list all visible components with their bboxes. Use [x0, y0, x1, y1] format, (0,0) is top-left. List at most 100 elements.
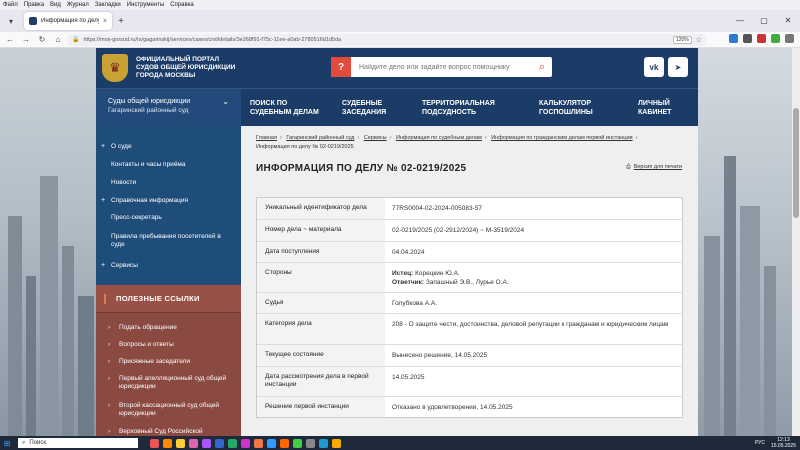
maximize-icon[interactable]: ▢ — [752, 10, 776, 32]
downloads-icon[interactable] — [743, 34, 752, 43]
app-icon[interactable] — [176, 438, 185, 448]
extension-2-icon[interactable] — [771, 34, 780, 43]
menu-history[interactable]: Журнал — [67, 2, 89, 8]
useful-link-appeal[interactable]: › Подать обращение — [96, 324, 241, 332]
sidebar-item-about[interactable]: + О суде — [96, 143, 241, 151]
lock-icon[interactable]: 🔒 — [72, 36, 79, 43]
menu-help[interactable]: Справка — [170, 2, 194, 8]
reload-icon[interactable]: ↻ — [36, 35, 48, 44]
menu-hamburger-icon[interactable] — [785, 34, 794, 43]
main-navigation: Суды общей юрисдикции Гагаринский районн… — [96, 88, 698, 127]
sidebar-item-visitor-rules[interactable]: Правила пребывания посетителей в суде — [96, 233, 228, 249]
site-header: ♛ Официальный портал судов общей юрисдик… — [96, 48, 698, 88]
toolbar-extensions — [729, 34, 794, 43]
useful-link-cassation-court[interactable]: › Второй кассационный суд общей юрисдикци… — [96, 402, 241, 418]
app-icon[interactable] — [189, 438, 198, 448]
table-row: Решение первой инстанции Отказано в удов… — [257, 396, 682, 417]
home-icon[interactable]: ⌂ — [52, 35, 64, 44]
app-icon[interactable] — [332, 438, 341, 448]
extension-icon[interactable] — [757, 34, 766, 43]
app-icon[interactable] — [215, 438, 224, 448]
page-scrollbar[interactable] — [792, 48, 800, 436]
help-assistant-icon[interactable]: ? — [331, 57, 351, 77]
app-icon[interactable] — [202, 438, 211, 448]
os-taskbar: ⊞ ⌕ Поиск РУС 12:13 15.05.2025 — [0, 436, 800, 450]
search-icon: ⌕ — [22, 439, 26, 446]
nav-item-case-search[interactable]: Поиск по судебным делам — [250, 99, 319, 117]
app-icon[interactable] — [254, 438, 263, 448]
breadcrumb-home[interactable]: Главная — [256, 135, 277, 141]
search-input[interactable] — [351, 63, 532, 71]
breadcrumb-case-info[interactable]: Информация по судебным делам — [396, 135, 482, 141]
browser-tab-active[interactable]: Информация по делу № 02-0 × — [24, 12, 112, 30]
search-icon[interactable]: ⌕ — [532, 61, 552, 74]
useful-link-faq[interactable]: › Вопросы и ответы — [96, 341, 241, 349]
app-icon[interactable] — [267, 438, 276, 448]
close-window-icon[interactable]: ✕ — [776, 10, 800, 32]
back-icon[interactable]: ← — [4, 35, 16, 44]
breadcrumb-court[interactable]: Гагаринский районный суд — [286, 135, 354, 141]
app-icon[interactable] — [228, 438, 237, 448]
menu-edit[interactable]: Правка — [24, 2, 44, 8]
language-indicator[interactable]: РУС — [755, 440, 765, 446]
useful-link-appeal-court[interactable]: › Первый апелляционный суд общей юрисдикц… — [96, 375, 241, 391]
menu-file[interactable]: Файл — [3, 2, 18, 8]
sidebar-item-news[interactable]: Новости — [96, 179, 241, 187]
windows-start-icon[interactable]: ⊞ — [0, 439, 14, 448]
useful-links-title: Полезные ссылки — [96, 285, 241, 313]
table-row: Стороны Истец: Корецкин Ю.А. Ответчик: З… — [257, 262, 682, 292]
nav-item-personal-account[interactable]: Личный кабинет — [638, 99, 671, 117]
portal-name[interactable]: Официальный портал судов общей юрисдикци… — [136, 56, 235, 80]
breadcrumb: Главная › Гагаринский районный суд › Серви… — [256, 135, 638, 150]
sidebar-item-services[interactable]: + Сервисы — [96, 262, 241, 270]
menu-view[interactable]: Вид — [50, 2, 61, 8]
print-version-link[interactable]: ⎙ Версия для печати — [626, 164, 682, 171]
vk-icon[interactable]: vk — [644, 57, 664, 77]
sidebar-item-reference[interactable]: + Справочная информация — [96, 197, 241, 205]
useful-links: Полезные ссылки › Подать обращение › Вопро… — [96, 285, 241, 443]
taskbar-search[interactable]: ⌕ Поиск — [18, 438, 138, 448]
address-bar[interactable]: 🔒 https://mos-gorsud.ru/rs/gagarinskij/s… — [68, 33, 706, 46]
breadcrumb-services[interactable]: Сервисы — [364, 135, 387, 141]
nav-item-jurisdiction[interactable]: Территориальная подсудность — [422, 99, 495, 117]
app-icon[interactable] — [163, 438, 172, 448]
sidebar-item-contacts[interactable]: Контакты и часы приёма — [96, 161, 241, 169]
new-tab-icon[interactable]: + — [112, 16, 130, 27]
scrollbar-thumb[interactable] — [793, 108, 799, 218]
tab-list-icon[interactable]: ▾ — [0, 10, 22, 32]
sidebar-item-press[interactable]: Пресс-секретарь — [96, 214, 241, 222]
breadcrumb-civil-cases[interactable]: Информация по гражданским делам первой и… — [491, 135, 632, 141]
row-value-parties: Истец: Корецкин Ю.А. Ответчик: Запашный … — [392, 270, 509, 286]
court-selector[interactable]: Суды общей юрисдикции Гагаринский районн… — [96, 89, 241, 127]
app-icon[interactable] — [280, 438, 289, 448]
chevron-down-icon: ⌄ — [222, 97, 229, 106]
forward-icon[interactable]: → — [20, 35, 32, 44]
window-controls: — ▢ ✕ — [728, 10, 800, 32]
bookmark-star-icon[interactable]: ☆ — [696, 36, 702, 44]
nav-item-court-hearings[interactable]: Судебные заседания — [342, 99, 386, 117]
coat-of-arms-icon[interactable]: ♛ — [102, 54, 128, 82]
url-text[interactable]: https://mos-gorsud.ru/rs/gagarinskij/ser… — [83, 37, 668, 43]
row-value: Голубкова А.А. — [392, 300, 438, 307]
row-label: Дата рассмотрения дела в первой инстанци… — [257, 367, 385, 396]
printer-icon: ⎙ — [626, 164, 631, 170]
table-row: Судья Голубкова А.А. — [257, 292, 682, 313]
app-icon[interactable] — [150, 438, 159, 448]
app-icon[interactable] — [306, 438, 315, 448]
row-label: Стороны — [257, 263, 385, 292]
telegram-icon[interactable]: ➤ — [668, 57, 688, 77]
pocket-icon[interactable] — [729, 34, 738, 43]
clock[interactable]: 12:13 15.05.2025 — [771, 437, 796, 449]
app-icon[interactable] — [319, 438, 328, 448]
app-icon[interactable] — [241, 438, 250, 448]
app-icon[interactable] — [293, 438, 302, 448]
menu-bookmarks[interactable]: Закладки — [95, 2, 121, 8]
zoom-level[interactable]: 120% — [672, 35, 692, 44]
close-tab-icon[interactable]: × — [103, 18, 107, 25]
table-row: Дата рассмотрения дела в первой инстанци… — [257, 366, 682, 396]
menu-tools[interactable]: Инструменты — [127, 2, 164, 8]
minimize-icon[interactable]: — — [728, 10, 752, 32]
nav-item-fee-calculator[interactable]: Калькулятор госпошлины — [539, 99, 593, 117]
useful-link-jurors[interactable]: › Присяжные заседатели — [96, 358, 241, 366]
system-tray: РУС 12:13 15.05.2025 — [755, 436, 796, 450]
